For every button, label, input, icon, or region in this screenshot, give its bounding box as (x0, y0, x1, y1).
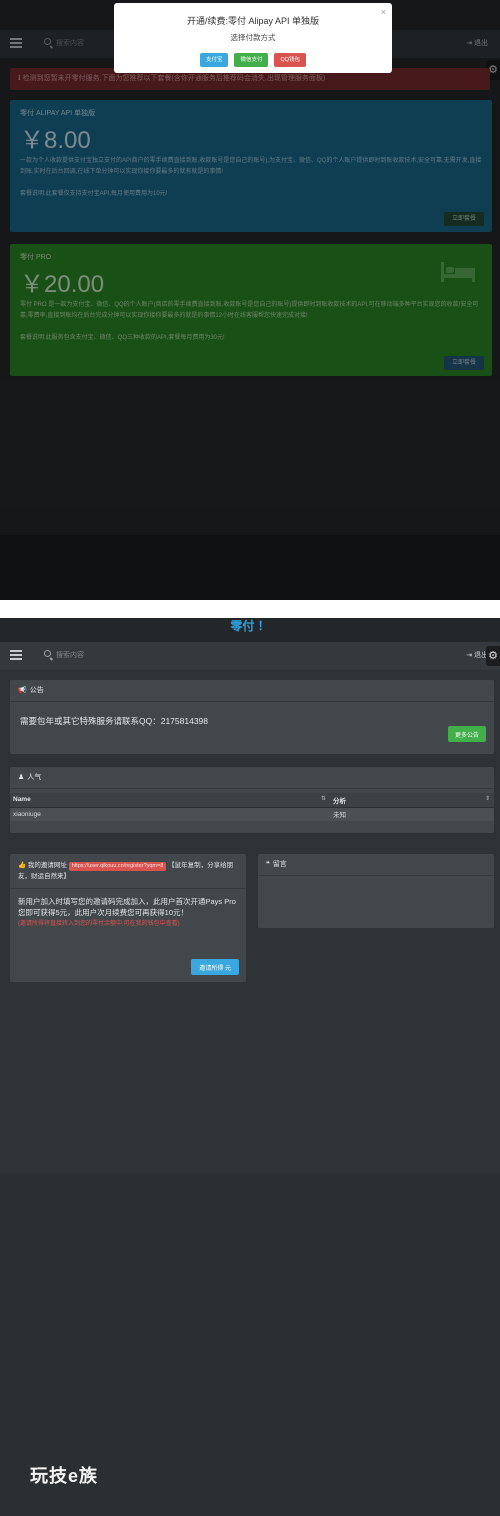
brand-title: 零付 ！ (0, 618, 500, 642)
settings-gear-icon[interactable]: ⚙ (486, 646, 500, 666)
guestbook-header: ❝ 留言 (258, 854, 494, 876)
invite-earnings-button[interactable]: 邀请所得 元 (191, 959, 239, 975)
modal-subtitle: 选择付款方式 (230, 33, 276, 42)
watermark: 玩技e族 (30, 1466, 99, 1486)
cell-value: 未知 (330, 807, 494, 821)
popularity-title: 人气 (27, 774, 42, 781)
invite-url[interactable]: https://user.qikouu.cn/register?yqm=8 (68, 862, 167, 871)
popularity-table: Name ⇅ 分析 ⇕ xiaoniuge 未知 (10, 793, 494, 821)
user-icon: ♟ (18, 774, 25, 781)
column-header-analysis[interactable]: 分析 ⇕ (330, 793, 494, 808)
top-navbar: ⇥ 退出 (0, 642, 500, 670)
invite-header: 👍 我的邀请网址 https://user.qikouu.cn/register… (10, 854, 246, 889)
popularity-header: ♟ 人气 (10, 767, 494, 789)
sort-icon[interactable]: ⇕ (485, 795, 490, 802)
popularity-card: ♟ 人气 Name ⇅ 分析 ⇕ xiaoniuge 未知 (10, 767, 494, 833)
more-notices-button[interactable]: 更多公告 (447, 726, 486, 742)
notice-card: 📢 公告 需要包年或其它特殊服务请联系QQ：2175814398 更多公告 (10, 680, 494, 754)
sort-icon[interactable]: ⇅ (321, 795, 326, 802)
notice-header: 📢 公告 (10, 680, 494, 702)
payment-plans-screen: ⇥ 退出 ⚙ ℹ 检测到您暂未开零付服务,下面为您推荐以下套餐(含你开通服务后推… (0, 0, 500, 600)
guestbook-card: ❝ 留言 (258, 854, 494, 928)
invite-description: 新用户加入时填写您的邀请码完成加入，此用户首次开通Pays Pro您即可获得5元… (18, 897, 236, 917)
column-header-name[interactable]: Name ⇅ (10, 793, 330, 808)
logout-link[interactable]: ⇥ 退出 (466, 650, 488, 660)
notice-title: 公告 (29, 687, 44, 694)
alipay-button[interactable]: 支付宝 (199, 53, 229, 67)
dashboard-screen: 零付 ！ ⇥ 退出 ⚙ 📢公告 需要包年或其它特殊服务请联系QQ：2175814… (0, 618, 500, 1516)
invite-red-note: (邀请所得将直接转入到您的零付余额中,可在我的钱包中查看) (18, 921, 180, 927)
invite-card: 👍 我的邀请网址 https://user.qikouu.cn/register… (10, 854, 246, 982)
notice-text: 需要包年或其它特殊服务请联系QQ：2175814398 (20, 716, 208, 726)
thumbs-up-icon: 👍 (18, 862, 27, 869)
qq-wallet-button[interactable]: QQ钱包 (274, 53, 307, 67)
invite-prefix: 我的邀请网址 (27, 862, 67, 869)
megaphone-icon: 📢 (18, 687, 27, 694)
modal-title: 开通/续费:零付 Alipay API 单独版 (186, 16, 320, 26)
table-row: xiaoniuge 未知 (10, 807, 494, 821)
cell-name: xiaoniuge (10, 807, 330, 821)
wechat-pay-button[interactable]: 微信支付 (234, 53, 269, 67)
search-icon (44, 650, 51, 657)
menu-toggle-icon[interactable] (10, 650, 22, 660)
modal-backdrop[interactable] (0, 0, 500, 600)
quote-icon: ❝ (266, 861, 270, 868)
search-input[interactable] (56, 647, 206, 663)
guestbook-title: 留言 (272, 861, 287, 868)
payment-method-modal: × 开通/续费:零付 Alipay API 单独版 选择付款方式 支付宝 微信支… (114, 3, 392, 73)
payment-buttons: 支付宝 微信支付 QQ钱包 (114, 53, 392, 67)
